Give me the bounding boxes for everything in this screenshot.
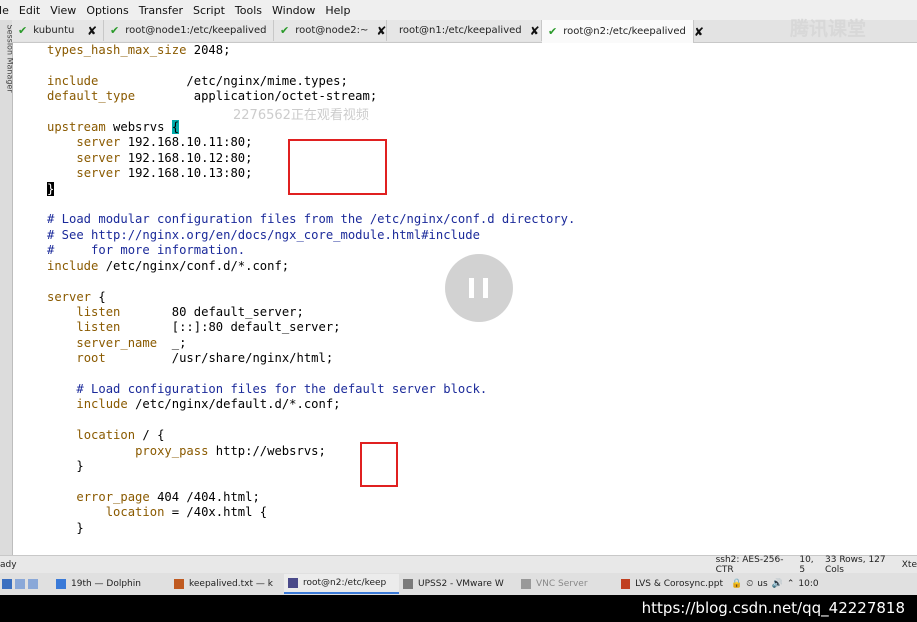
text-cursor: } xyxy=(47,181,55,196)
volume-icon[interactable]: 🔊 xyxy=(772,579,783,589)
check-icon: ✔ xyxy=(548,25,558,38)
vnc-icon xyxy=(521,579,531,589)
desktop-icon[interactable] xyxy=(2,579,12,589)
check-icon: ✔ xyxy=(110,24,120,37)
tencent-classroom-logo: 腾讯课堂 xyxy=(790,18,867,40)
desktop-icon[interactable] xyxy=(28,579,38,589)
menu-tools[interactable]: Tools xyxy=(230,4,267,17)
status-terminal-type: Xte xyxy=(901,559,917,570)
lock-icon[interactable]: 🔒 xyxy=(731,579,742,589)
system-tray: 🔒 ⏲ us 🔊 ⌃ 10:0 xyxy=(731,579,819,589)
tab-label: root@n2:/etc/keepalived xyxy=(563,26,686,37)
task-vnc[interactable]: VNC Server xyxy=(517,574,617,594)
task-terminal[interactable]: root@n2:/etc/keep xyxy=(284,574,399,594)
tab-label: root@node1:/etc/keepalived xyxy=(125,25,267,36)
status-encryption: ssh2: AES-256-CTR xyxy=(715,554,784,575)
task-dolphin[interactable]: 19th — Dolphin xyxy=(52,574,170,594)
tab-n2[interactable]: ✔ root@n2:/etc/keepalived ✘ xyxy=(542,20,704,43)
pause-icon xyxy=(483,278,488,298)
session-manager-strip[interactable]: Session Manager xyxy=(0,20,15,555)
tab-node1[interactable]: ✔ root@node1:/etc/keepalived ✘ xyxy=(104,20,285,41)
menu-file[interactable]: ile xyxy=(0,4,14,17)
document-icon xyxy=(174,579,184,589)
tab-n1[interactable]: root@n1:/etc/keepalived ✘ xyxy=(387,20,542,41)
tab-label: root@node2:~ xyxy=(295,25,369,36)
task-keepalived-txt[interactable]: keepalived.txt — k xyxy=(170,574,284,594)
close-icon[interactable]: ✘ xyxy=(522,24,540,38)
tab-node2[interactable]: ✔ root@node2:~ ✘ xyxy=(274,20,387,41)
tab-label: root@n1:/etc/keepalived xyxy=(399,25,522,36)
menu-edit[interactable]: Edit xyxy=(14,4,45,17)
clock-icon[interactable]: ⏲ xyxy=(746,579,753,589)
clock-time[interactable]: 10:0 xyxy=(798,579,818,589)
check-icon: ✔ xyxy=(280,24,290,37)
check-icon: ✔ xyxy=(18,24,28,37)
folder-icon xyxy=(56,579,66,589)
expand-tray-icon[interactable]: ⌃ xyxy=(787,579,795,589)
status-size: 33 Rows, 127 Cols xyxy=(825,554,886,575)
menu-transfer[interactable]: Transfer xyxy=(134,4,188,17)
close-icon[interactable]: ✘ xyxy=(79,24,97,38)
close-icon[interactable]: ✘ xyxy=(368,24,386,38)
menu-bar: ile Edit View Options Transfer Script To… xyxy=(0,0,917,20)
task-vmware[interactable]: UPSS2 - VMware W xyxy=(399,574,517,594)
pause-button[interactable] xyxy=(445,254,513,322)
desktop-icon[interactable] xyxy=(15,579,25,589)
tab-kubuntu[interactable]: ✔ kubuntu ✘ xyxy=(12,20,104,41)
status-ready: ady xyxy=(0,559,17,570)
highlight-box xyxy=(288,139,387,195)
close-icon[interactable]: ✘ xyxy=(686,25,704,39)
highlight-box xyxy=(360,442,398,487)
tab-bar: ✔ kubuntu ✘ ✔ root@node1:/etc/keepalived… xyxy=(12,20,917,43)
terminal-icon xyxy=(288,578,298,588)
vmware-icon xyxy=(403,579,413,589)
menu-view[interactable]: View xyxy=(45,4,81,17)
presentation-icon xyxy=(621,579,631,589)
menu-script[interactable]: Script xyxy=(188,4,230,17)
taskbar: 19th — Dolphin keepalived.txt — k root@n… xyxy=(0,573,917,595)
menu-window[interactable]: Window xyxy=(267,4,320,17)
status-bar: ady ssh2: AES-256-CTR 10, 5 33 Rows, 127… xyxy=(0,554,917,575)
lang-indicator[interactable]: us xyxy=(757,579,767,589)
status-cursor-position: 10, 5 xyxy=(799,554,814,575)
directive: types_hash_max_size xyxy=(47,43,187,57)
viewer-watermark: 2276562正在观看视频 xyxy=(233,108,369,123)
menu-options[interactable]: Options xyxy=(81,4,133,17)
blog-url: https://blog.csdn.net/qq_42227818 xyxy=(641,599,905,617)
desktop-pager[interactable] xyxy=(0,579,52,589)
pause-icon xyxy=(469,278,474,298)
menu-help[interactable]: Help xyxy=(320,4,355,17)
bracket-match: { xyxy=(171,120,180,135)
footer-bar: https://blog.csdn.net/qq_42227818 xyxy=(0,595,917,622)
task-presentation[interactable]: LVS & Corosync.ppt xyxy=(617,574,727,594)
tab-label: kubuntu xyxy=(33,25,75,36)
